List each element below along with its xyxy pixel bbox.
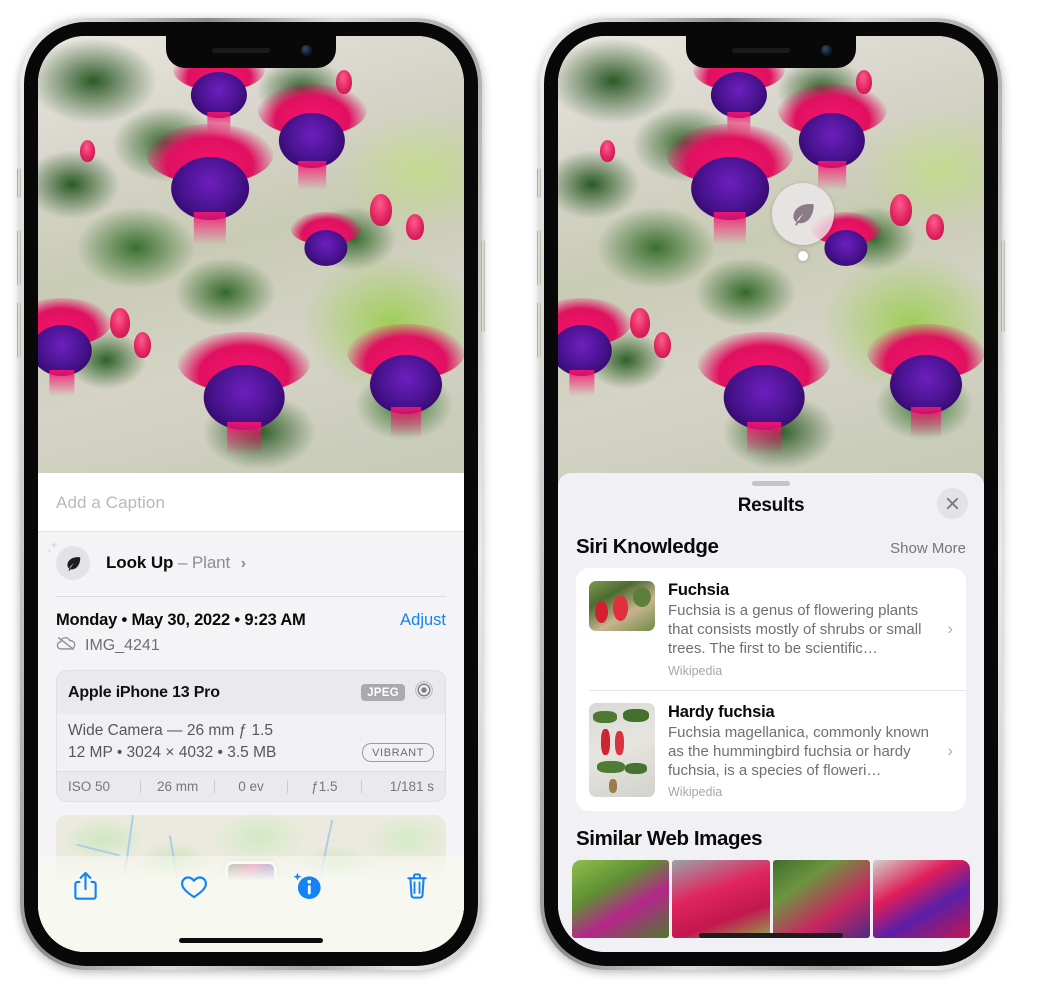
camera-model: Apple iPhone 13 Pro xyxy=(68,683,220,701)
caption-input[interactable]: Add a Caption xyxy=(56,493,446,513)
exif-header: Apple iPhone 13 Pro JPEG xyxy=(57,671,445,714)
stat-shutter: 1/181 s xyxy=(389,779,435,794)
flower xyxy=(257,84,367,190)
format-badge: JPEG xyxy=(361,684,405,701)
result-title: Fuchsia xyxy=(668,581,729,599)
filename-text: IMG_4241 xyxy=(85,637,160,654)
flower xyxy=(777,84,887,190)
icloud-slash-icon xyxy=(56,636,76,656)
screenshot-canvas: Add a Caption Look Up – Plant › Monday •… xyxy=(0,0,1055,985)
look-up-title: Look Up xyxy=(106,553,174,572)
look-up-subject: Plant xyxy=(191,553,231,572)
flower xyxy=(146,124,274,245)
stat-aperture: ƒ1.5 xyxy=(311,779,338,794)
photo-info-panel: Add a Caption Look Up – Plant › Monday •… xyxy=(38,473,464,952)
result-source: Wikipedia xyxy=(668,785,723,800)
result-description: Fuchsia is a genus of flowering plants t… xyxy=(668,602,922,658)
stat-iso: ISO 50 xyxy=(68,779,111,794)
web-image-thumbnail[interactable] xyxy=(672,860,770,939)
exif-stats-row: ISO 50 26 mm 0 ev ƒ1.5 1/181 s xyxy=(57,771,445,801)
leaf-icon xyxy=(47,541,90,580)
siri-knowledge-header: Siri Knowledge Show More xyxy=(558,533,984,568)
delete-button[interactable] xyxy=(404,870,430,907)
web-image-thumbnail[interactable] xyxy=(772,860,870,939)
favorite-button[interactable] xyxy=(179,873,209,905)
mute-switch[interactable] xyxy=(537,168,541,198)
flower xyxy=(697,332,831,456)
image-specs: 12 MP • 3024 × 4032 • 3.5 MB xyxy=(68,743,277,761)
web-image-thumbnail[interactable] xyxy=(872,860,970,939)
adjust-button[interactable]: Adjust xyxy=(400,611,446,630)
stat-exposure: 0 ev xyxy=(238,779,264,794)
sheet-header: Results xyxy=(558,486,984,533)
chevron-right-icon: › xyxy=(947,740,953,760)
section-title: Similar Web Images xyxy=(576,827,763,851)
share-button[interactable] xyxy=(72,870,99,907)
date-row: Monday • May 30, 2022 • 9:23 AM Adjust xyxy=(38,597,464,632)
siri-knowledge-card: Fuchsia Fuchsia is a genus of flowering … xyxy=(576,568,966,812)
volume-up-button[interactable] xyxy=(537,230,541,286)
volume-down-button[interactable] xyxy=(537,302,541,358)
sheet-title: Results xyxy=(737,495,805,516)
flower xyxy=(867,324,984,438)
similar-images-row xyxy=(558,860,984,939)
result-thumbnail xyxy=(589,702,655,797)
screen-right: Results Siri Knowledge Show More Fuchsia… xyxy=(558,36,984,952)
aperture-icon xyxy=(414,680,434,705)
mute-switch[interactable] xyxy=(17,168,21,198)
capture-date: Monday • May 30, 2022 • 9:23 AM xyxy=(56,611,306,629)
exif-card: Apple iPhone 13 Pro JPEG Wide Camera — 2… xyxy=(56,670,446,802)
lens-info: Wide Camera — 26 mm ƒ 1.5 xyxy=(68,722,274,739)
look-up-anchor-dot xyxy=(798,251,808,261)
home-indicator[interactable] xyxy=(699,933,843,938)
iphone-left: Add a Caption Look Up – Plant › Monday •… xyxy=(17,18,485,970)
knowledge-row[interactable]: Fuchsia Fuchsia is a genus of flowering … xyxy=(576,568,966,690)
photographic-style-badge: VIBRANT xyxy=(362,743,434,762)
front-camera-icon xyxy=(301,45,312,56)
notch xyxy=(166,36,336,68)
screen-left: Add a Caption Look Up – Plant › Monday •… xyxy=(38,36,464,952)
photo-viewer-left[interactable] xyxy=(38,36,464,486)
result-source: Wikipedia xyxy=(668,663,723,678)
flower xyxy=(666,124,794,245)
caption-field-row[interactable]: Add a Caption xyxy=(38,473,464,532)
volume-down-button[interactable] xyxy=(17,302,21,358)
power-button[interactable] xyxy=(481,240,485,332)
notch xyxy=(686,36,856,68)
look-up-dash: – xyxy=(177,553,188,572)
iphone-right: Results Siri Knowledge Show More Fuchsia… xyxy=(537,18,1005,970)
home-indicator[interactable] xyxy=(179,938,323,943)
result-description: Fuchsia magellanica, commonly known as t… xyxy=(668,723,929,779)
flower xyxy=(290,212,362,266)
earpiece-speaker xyxy=(212,48,270,53)
flower xyxy=(347,324,464,438)
result-thumbnail xyxy=(589,581,655,631)
volume-up-button[interactable] xyxy=(17,230,21,286)
power-button[interactable] xyxy=(1001,240,1005,332)
close-icon[interactable] xyxy=(937,488,968,519)
look-up-label: Look Up – Plant › xyxy=(106,553,246,573)
flower xyxy=(177,332,311,456)
exif-body: Wide Camera — 26 mm ƒ 1.5 12 MP • 3024 ×… xyxy=(57,714,445,771)
chevron-right-icon: › xyxy=(947,619,953,639)
earpiece-speaker xyxy=(732,48,790,53)
filename-row: IMG_4241 xyxy=(38,632,464,668)
front-camera-icon xyxy=(821,45,832,56)
leaf-icon xyxy=(772,183,834,245)
photo-toolbar xyxy=(38,856,464,952)
photo-viewer-right[interactable] xyxy=(558,36,984,486)
knowledge-row[interactable]: Hardy fuchsia Fuchsia magellanica, commo… xyxy=(576,689,966,812)
results-sheet: Results Siri Knowledge Show More Fuchsia… xyxy=(558,473,984,952)
result-title: Hardy fuchsia xyxy=(668,702,775,721)
show-more-button[interactable]: Show More xyxy=(890,540,966,557)
similar-web-images-header: Similar Web Images xyxy=(558,811,984,860)
web-image-thumbnail[interactable] xyxy=(572,860,670,939)
info-button[interactable] xyxy=(290,870,324,907)
stat-focal: 26 mm xyxy=(156,779,199,794)
visual-look-up-badge[interactable] xyxy=(772,183,834,261)
chevron-right-icon: › xyxy=(240,555,247,572)
section-title: Siri Knowledge xyxy=(576,535,719,558)
look-up-row[interactable]: Look Up – Plant › xyxy=(38,532,464,596)
sparkle-icon xyxy=(46,539,68,561)
